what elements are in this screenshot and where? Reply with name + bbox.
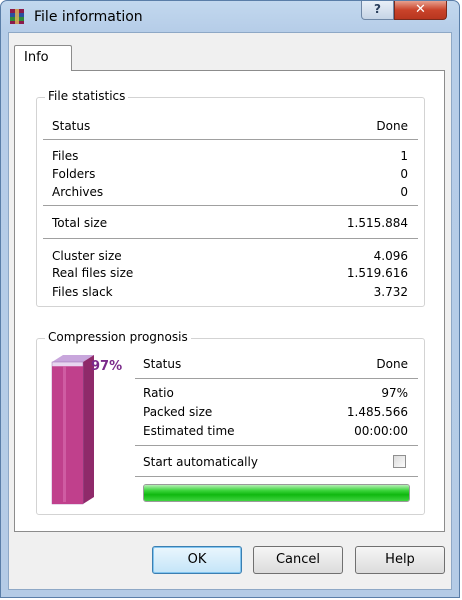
stat-files-value: 1	[400, 149, 408, 163]
compression-prognosis-title: Compression prognosis	[45, 330, 191, 344]
divider	[43, 205, 418, 206]
help-button-label: Help	[385, 552, 415, 567]
compression-ratio-bar	[51, 355, 94, 505]
stat-cluster-value: 4.096	[373, 249, 408, 263]
comp-ratio-value: 97%	[381, 386, 408, 400]
stat-total-value: 1.515.884	[346, 216, 408, 230]
file-statistics-title: File statistics	[45, 89, 129, 103]
divider	[43, 139, 418, 140]
stat-slack-label: Files slack	[52, 285, 113, 299]
divider	[135, 378, 418, 379]
comp-status-value: Done	[376, 357, 408, 371]
stat-cluster-row: Cluster size 4.096	[52, 248, 408, 264]
compression-progress-bar	[143, 484, 410, 502]
divider	[43, 238, 418, 239]
stat-folders-row: Folders 0	[52, 166, 408, 182]
comp-packed-value: 1.485.566	[346, 405, 408, 419]
stat-real-size-value: 1.519.616	[346, 266, 408, 280]
ok-button-label: OK	[187, 552, 207, 567]
help-icon: ?	[374, 2, 381, 16]
start-auto-row: Start automatically	[143, 454, 383, 470]
bar-highlight	[63, 366, 66, 502]
stat-status-row: Status Done	[52, 118, 408, 134]
window-title: File information	[34, 9, 143, 25]
title-help-button[interactable]: ?	[361, 1, 394, 20]
stat-total-row: Total size 1.515.884	[52, 215, 408, 231]
stat-slack-value: 3.732	[373, 285, 408, 299]
cancel-button[interactable]: Cancel	[253, 546, 343, 574]
winrar-icon	[10, 9, 24, 24]
stat-slack-row: Files slack 3.732	[52, 284, 408, 300]
comp-status-row: Status Done	[143, 356, 408, 372]
comp-time-row: Estimated time 00:00:00	[143, 423, 408, 439]
bar-side-face	[83, 355, 94, 504]
stat-folders-label: Folders	[52, 167, 96, 181]
title-bar[interactable]: File information ? ✕	[1, 1, 459, 31]
tab-info-label: Info	[24, 50, 49, 65]
close-icon: ✕	[415, 2, 426, 17]
ok-button[interactable]: OK	[152, 546, 242, 574]
stat-archives-value: 0	[400, 185, 408, 199]
cancel-button-label: Cancel	[275, 552, 321, 567]
stat-real-size-row: Real files size 1.519.616	[52, 265, 408, 281]
progress-fill	[144, 485, 409, 501]
help-button[interactable]: Help	[355, 546, 445, 574]
title-close-button[interactable]: ✕	[394, 1, 447, 20]
divider	[135, 445, 418, 446]
stat-files-row: Files 1	[52, 148, 408, 164]
comp-status-label: Status	[143, 357, 182, 371]
stat-status-label: Status	[52, 119, 91, 133]
start-auto-label: Start automatically	[143, 455, 258, 469]
stat-archives-label: Archives	[52, 185, 104, 199]
stat-folders-value: 0	[400, 167, 408, 181]
compression-percent: 97%	[91, 359, 123, 374]
stat-real-size-label: Real files size	[52, 266, 134, 280]
stat-archives-row: Archives 0	[52, 184, 408, 200]
divider	[135, 476, 418, 477]
comp-ratio-row: Ratio 97%	[143, 385, 408, 401]
comp-time-label: Estimated time	[143, 424, 235, 438]
comp-packed-row: Packed size 1.485.566	[143, 404, 408, 420]
comp-packed-label: Packed size	[143, 405, 213, 419]
bar-fill-front	[52, 366, 83, 504]
tab-info[interactable]: Info	[14, 45, 72, 71]
stat-status-value: Done	[376, 119, 408, 133]
start-auto-checkbox[interactable]	[393, 455, 406, 468]
stat-files-label: Files	[52, 149, 79, 163]
stat-total-label: Total size	[52, 216, 108, 230]
stat-cluster-label: Cluster size	[52, 249, 122, 263]
comp-ratio-label: Ratio	[143, 386, 174, 400]
comp-time-value: 00:00:00	[354, 424, 408, 438]
